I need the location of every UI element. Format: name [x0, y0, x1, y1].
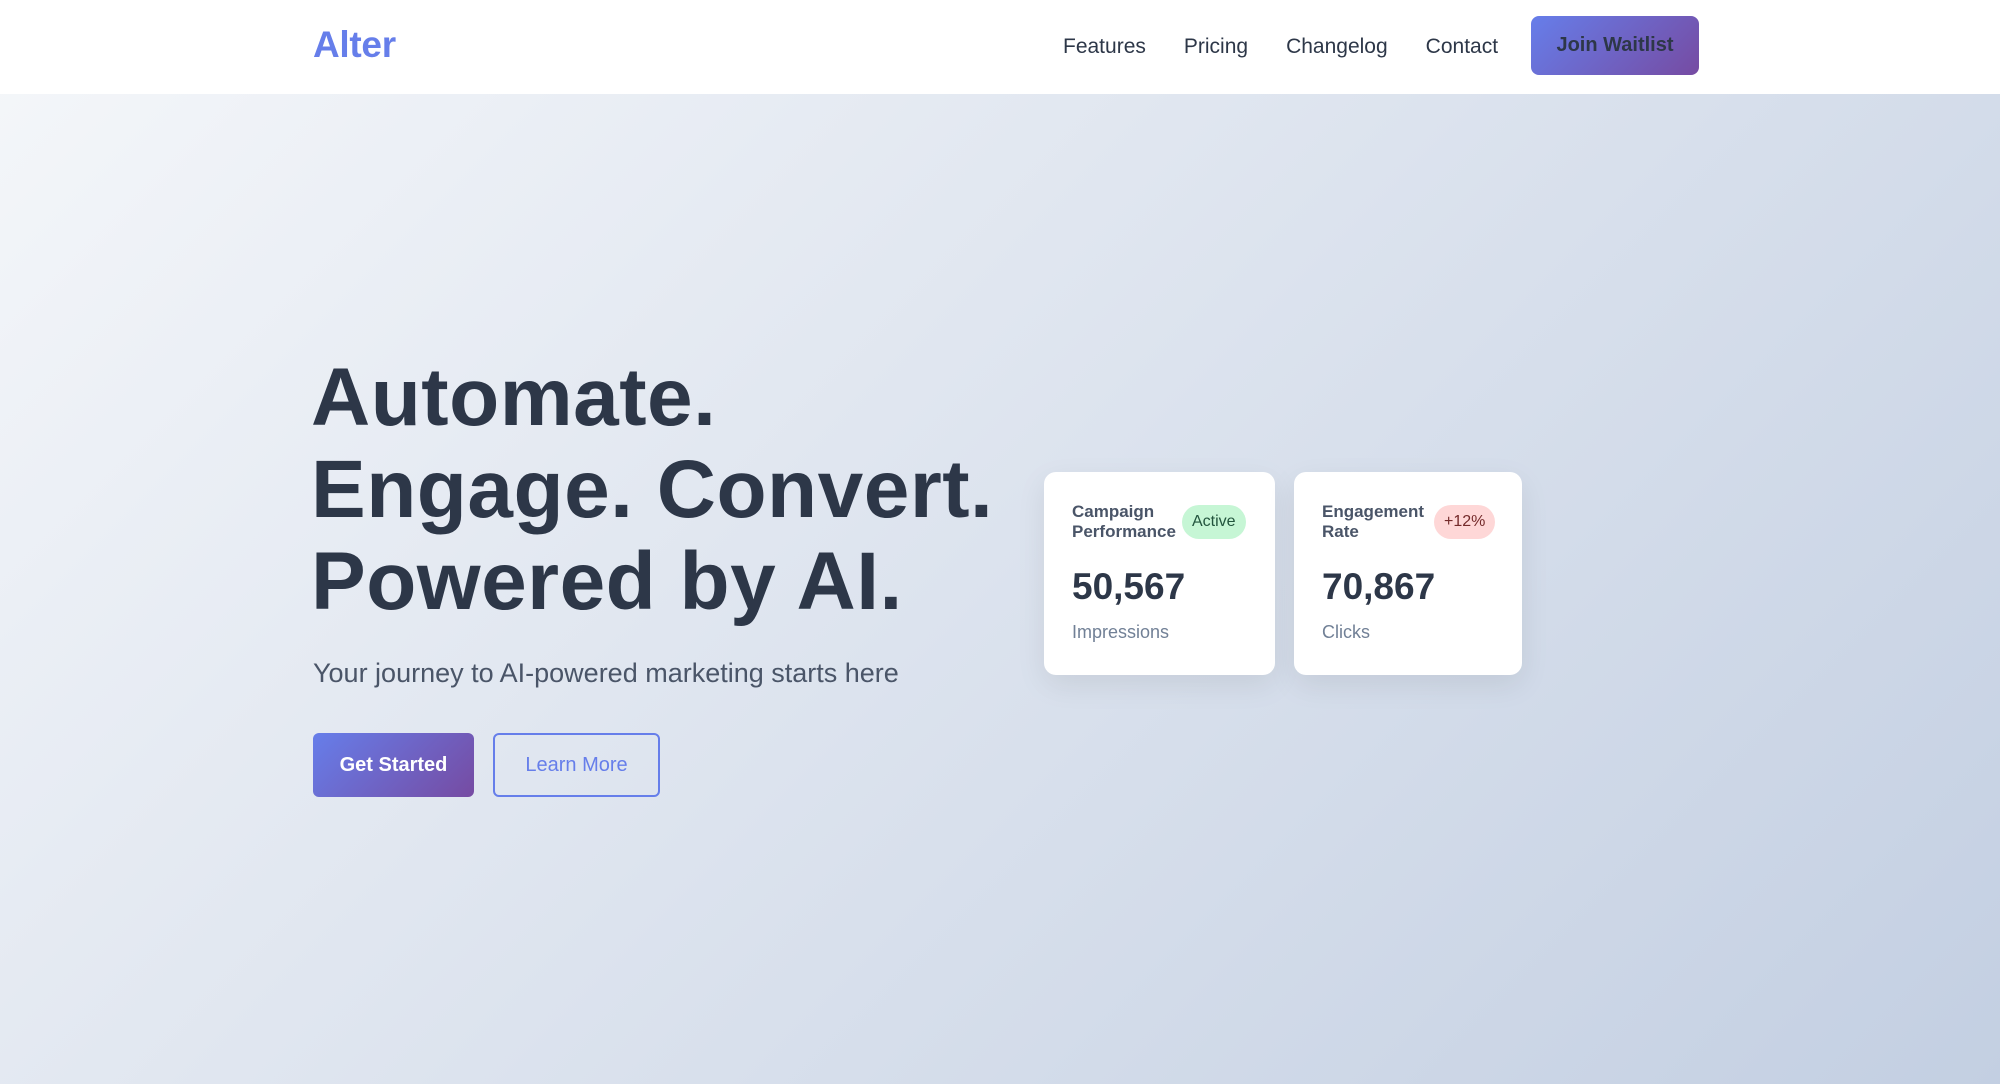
card-value: 70,867: [1322, 566, 1436, 607]
join-waitlist-button[interactable]: Join Waitlist: [1531, 16, 1699, 75]
get-started-button[interactable]: Get Started: [313, 733, 474, 797]
card-value: 50,567: [1072, 566, 1186, 607]
hero-title-line-2: Engage. Convert.: [311, 444, 994, 535]
nav-link-contact[interactable]: Contact: [1426, 35, 1498, 59]
status-badge: Active: [1182, 505, 1246, 539]
card-label: Impressions: [1072, 622, 1170, 642]
nav-links: Features Pricing Changelog Contact: [1063, 0, 1498, 94]
card-title: Engagement Rate: [1322, 502, 1425, 541]
campaign-performance-card: Campaign Performance Active 50,567 Impre…: [1044, 472, 1275, 675]
hero-title: Automate. Engage. Convert. Powered by AI…: [311, 352, 993, 628]
card-title: Campaign Performance: [1072, 502, 1176, 541]
navbar: Alter Features Pricing Changelog Contact…: [0, 0, 2000, 94]
nav-link-pricing[interactable]: Pricing: [1184, 35, 1248, 59]
growth-badge: +12%: [1434, 505, 1496, 539]
hero-title-line-3: Powered by AI.: [311, 536, 903, 627]
engagement-rate-card: Engagement Rate +12% 70,867 Clicks: [1294, 472, 1522, 675]
hero-title-line-1: Automate.: [311, 352, 717, 443]
hero-subtitle: Your journey to AI-powered marketing sta…: [313, 658, 899, 688]
learn-more-button[interactable]: Learn More: [493, 733, 660, 797]
logo[interactable]: Alter: [313, 24, 396, 66]
card-label: Clicks: [1322, 622, 1370, 642]
nav-link-features[interactable]: Features: [1063, 35, 1146, 59]
nav-link-changelog[interactable]: Changelog: [1286, 35, 1388, 59]
